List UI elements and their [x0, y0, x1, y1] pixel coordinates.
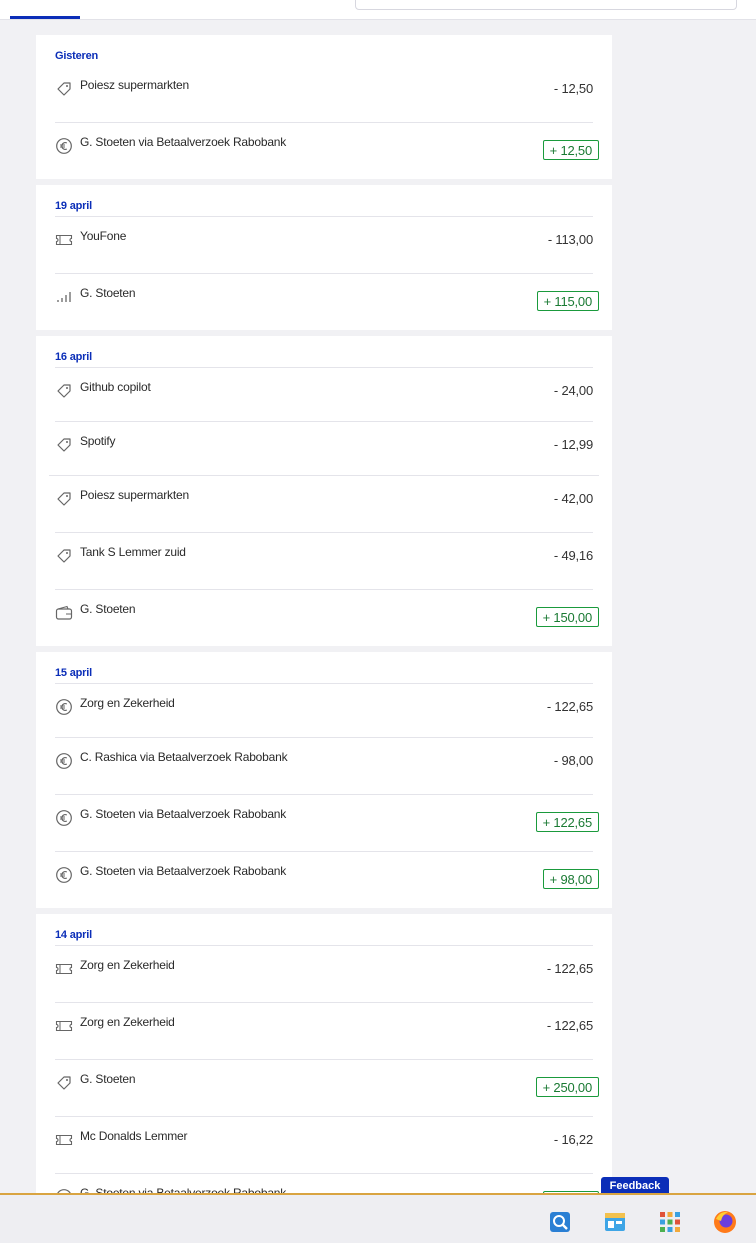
feedback-button[interactable]: Feedback	[601, 1177, 669, 1194]
transaction-amount: - 122,65	[546, 961, 593, 976]
ticket-icon	[55, 960, 73, 978]
transaction-row[interactable]: Zorg en Zekerheid - 122,65	[55, 945, 593, 1002]
transaction-row[interactable]: Tank S Lemmer zuid - 49,16	[55, 532, 593, 589]
transaction-amount-positive: + 250,00	[535, 1077, 599, 1097]
transaction-description: G. Stoeten via Betaalverzoek Rabobank	[80, 864, 287, 878]
transaction-row[interactable]: C. Rashica via Betaalverzoek Rabobank - 9…	[55, 737, 593, 794]
firefox-icon[interactable]	[712, 1209, 738, 1235]
euro-icon	[55, 698, 73, 716]
transaction-amount-positive: + 98,00	[542, 869, 599, 889]
transaction-row[interactable]: Github copilot - 24,00	[55, 367, 593, 421]
day-group: Gisteren Poiesz supermarkten - 12,50 G. Sto…	[36, 35, 612, 179]
transaction-description: G. Stoeten	[80, 1072, 136, 1086]
transaction-row[interactable]: G. Stoeten via Betaalverzoek Rabobank + 9…	[55, 851, 599, 908]
transaction-description: Poiesz supermarkten	[80, 78, 189, 92]
transaction-amount: - 113,00	[547, 232, 593, 247]
transaction-amount: - 16,22	[553, 1132, 593, 1147]
transaction-row[interactable]: G. Stoeten via Betaalverzoek Rabobank + 1…	[55, 794, 599, 851]
wallet-icon	[55, 604, 73, 622]
transaction-amount: - 12,99	[553, 437, 593, 452]
search-input[interactable]	[355, 0, 737, 10]
transaction-row[interactable]: G. Stoeten via Betaalverzoek Rabobank + 1…	[55, 122, 599, 179]
tag-icon	[55, 1074, 73, 1092]
active-tab-indicator[interactable]	[10, 16, 80, 19]
tag-icon	[55, 382, 73, 400]
transaction-description: YouFone	[80, 229, 127, 243]
transaction-description: Poiesz supermarkten	[80, 488, 189, 502]
transaction-description: Github copilot	[80, 380, 151, 394]
transaction-description: Spotify	[80, 434, 116, 448]
ticket-icon	[55, 1131, 73, 1149]
transaction-description: G. Stoeten	[80, 602, 136, 616]
transaction-row[interactable]: Spotify - 12,99	[55, 421, 593, 475]
transaction-description: Mc Donalds Lemmer	[80, 1129, 188, 1143]
tag-icon	[55, 436, 73, 454]
euro-icon	[55, 752, 73, 770]
transaction-description: C. Rashica via Betaalverzoek Rabobank	[80, 750, 288, 764]
transaction-row[interactable]: G. Stoeten + 115,00	[55, 273, 599, 330]
transaction-row[interactable]: YouFone - 113,00	[55, 216, 593, 273]
ticket-icon	[55, 1017, 73, 1035]
transaction-amount-positive: + 12,50	[542, 140, 599, 160]
transaction-amount: - 24,00	[553, 383, 593, 398]
day-label: 16 april	[55, 351, 92, 363]
transaction-row[interactable]: Zorg en Zekerheid - 122,65	[55, 1002, 593, 1059]
day-label: Gisteren	[55, 50, 99, 62]
tag-icon	[55, 490, 73, 508]
transaction-row[interactable]: Poiesz supermarkten - 12,50	[55, 66, 593, 122]
transaction-amount: - 49,16	[553, 548, 593, 563]
transaction-row[interactable]: Poiesz supermarkten - 42,00	[49, 475, 599, 532]
day-group: 15 april Zorg en Zekerheid - 122,65 C. Rash…	[36, 652, 612, 908]
day-group: 14 april Zorg en Zekerheid - 122,65 Zorg en…	[36, 914, 612, 1230]
transaction-description: Tank S Lemmer zuid	[80, 545, 186, 559]
transaction-description: G. Stoeten	[80, 286, 136, 300]
euro-icon	[55, 809, 73, 827]
transaction-feed: Gisteren Poiesz supermarkten - 12,50 G. Sto…	[36, 35, 612, 1236]
top-bar	[0, 0, 756, 20]
transaction-row[interactable]: G. Stoeten + 250,00	[55, 1059, 599, 1116]
transaction-amount-positive: + 150,00	[535, 607, 599, 627]
transaction-row[interactable]: Zorg en Zekerheid - 122,65	[55, 683, 593, 737]
day-group: 16 april Github copilot - 24,00 Spotify - 12…	[36, 336, 612, 646]
transaction-amount: - 12,50	[553, 81, 593, 96]
day-label: 15 april	[55, 667, 92, 679]
day-label: 14 april	[55, 929, 92, 941]
transaction-amount: - 122,65	[546, 699, 593, 714]
transaction-amount-positive: + 122,65	[535, 812, 599, 832]
app-grid-icon[interactable]	[657, 1209, 683, 1235]
file-explorer-icon[interactable]	[602, 1209, 628, 1235]
ticket-icon	[55, 231, 73, 249]
transaction-amount: - 122,65	[546, 1018, 593, 1033]
transaction-amount: - 42,00	[553, 491, 593, 506]
transaction-description: Zorg en Zekerheid	[80, 1015, 175, 1029]
transaction-description: Zorg en Zekerheid	[80, 696, 175, 710]
day-group: 19 april YouFone - 113,00 G. Stoeten + 115,0…	[36, 185, 612, 330]
transaction-description: G. Stoeten via Betaalverzoek Rabobank	[80, 807, 287, 821]
euro-icon	[55, 866, 73, 884]
search-app-icon[interactable]	[547, 1209, 573, 1235]
transaction-amount-positive: + 115,00	[536, 291, 599, 311]
taskbar	[0, 1193, 756, 1243]
tag-icon	[55, 80, 73, 98]
transaction-row[interactable]: G. Stoeten + 150,00	[55, 589, 599, 646]
signal-bars-icon	[55, 288, 73, 306]
tag-icon	[55, 547, 73, 565]
transaction-row[interactable]: Mc Donalds Lemmer - 16,22	[55, 1116, 593, 1173]
day-label: 19 april	[55, 200, 92, 212]
transaction-amount: - 98,00	[553, 753, 593, 768]
transaction-description: G. Stoeten via Betaalverzoek Rabobank	[80, 135, 287, 149]
euro-icon	[55, 137, 73, 155]
transaction-description: Zorg en Zekerheid	[80, 958, 175, 972]
